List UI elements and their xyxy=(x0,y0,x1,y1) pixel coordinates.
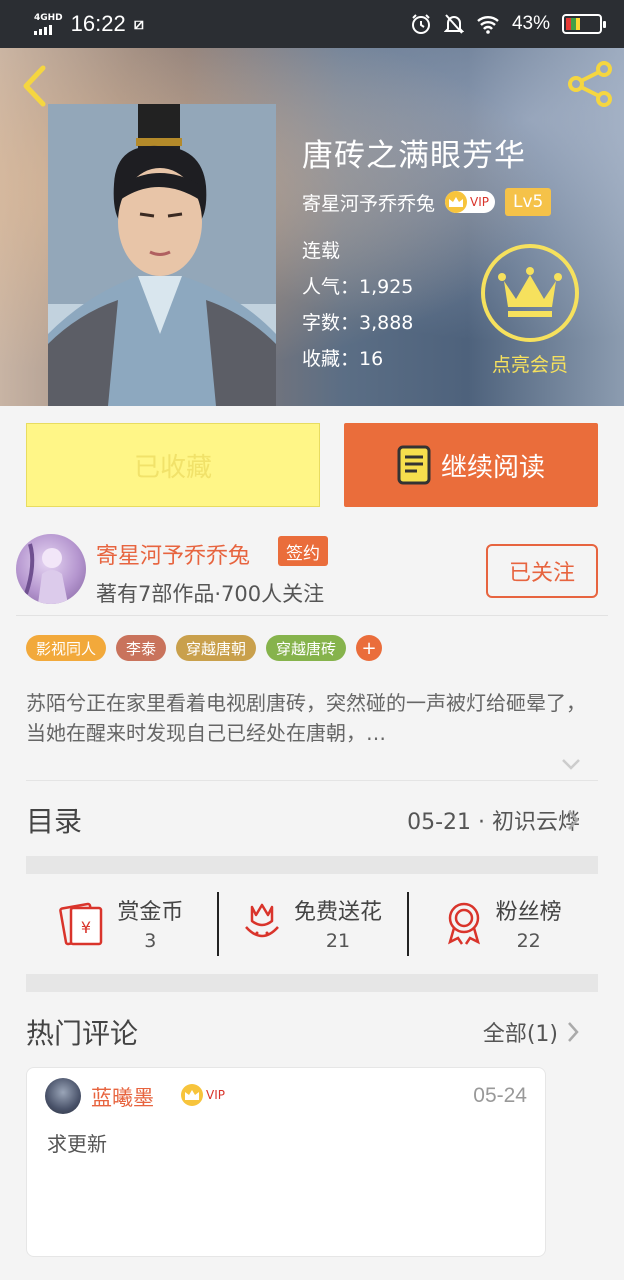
favorited-button[interactable]: 已收藏 xyxy=(26,423,320,507)
word-count-stat: 字数：3,888 xyxy=(302,312,414,334)
fan-ranking-count: 22 xyxy=(516,930,541,952)
notification-icon: ⧄ xyxy=(133,14,144,33)
all-comments-link[interactable]: 全部(1) xyxy=(483,1016,558,1048)
favorites-stat: 收藏：16 xyxy=(302,348,384,370)
hot-comments-title: 热门评论 xyxy=(26,1017,139,1050)
flower-count: 21 xyxy=(325,930,351,952)
book-icon xyxy=(397,445,431,485)
section-separator xyxy=(26,856,598,874)
latest-chapter[interactable]: 05-21 · 初识云烨 xyxy=(407,804,580,836)
flower-label: 免费送花 xyxy=(294,900,383,925)
section-separator xyxy=(26,974,598,992)
book-author[interactable]: 寄星河予乔乔兔 xyxy=(302,189,435,216)
serial-status: 连载 xyxy=(302,240,341,262)
vip-badge: VIP xyxy=(181,1084,231,1106)
network-type: 4GHD xyxy=(34,12,63,23)
flower-icon xyxy=(245,903,279,938)
support-actions: ¥ 赏金币 3 免费送花 21 粉丝榜 22 xyxy=(26,886,598,960)
author-row: 寄星河予乔乔兔 VIP Lv5 xyxy=(302,188,552,216)
level-badge: Lv5 xyxy=(505,188,552,216)
tag-list: 影视同人 李泰 穿越唐朝 穿越唐砖 + xyxy=(26,635,383,661)
author-meta: 著有7部作品·700人关注 xyxy=(96,582,325,606)
vip-label: VIP xyxy=(470,195,489,209)
mute-bell-icon xyxy=(443,14,464,34)
commenter-name[interactable]: 蓝曦墨 xyxy=(91,1082,154,1112)
catalog-label[interactable]: 目录 xyxy=(26,800,82,840)
book-title: 唐砖之满眼芳华 xyxy=(302,138,526,174)
tag-item[interactable]: 李泰 xyxy=(116,635,167,661)
red-envelope-icon: ¥ xyxy=(59,902,103,946)
tag-item[interactable]: 穿越唐朝 xyxy=(176,635,257,661)
chevron-left-icon xyxy=(23,65,46,107)
continue-reading-label: 继续阅读 xyxy=(440,452,545,483)
commenter-avatar[interactable] xyxy=(45,1078,81,1114)
vip-badge: VIP xyxy=(445,191,495,213)
crown-icon xyxy=(181,1084,203,1106)
send-flower-button[interactable]: 免费送花 21 xyxy=(216,886,408,960)
reward-coins-button[interactable]: ¥ 赏金币 3 xyxy=(26,886,217,960)
comment-card[interactable]: 蓝曦墨 VIP 05-24 求更新 xyxy=(26,1067,546,1257)
book-synopsis[interactable]: 苏陌兮正在家里看着电视剧唐砖，突然碰的一声被灯给砸晕了，当她在醒来时发现自己已经… xyxy=(26,688,600,748)
divider xyxy=(26,780,598,781)
comment-date: 05-24 xyxy=(473,1084,527,1107)
follow-button[interactable]: 已关注 xyxy=(486,544,598,598)
crown-icon xyxy=(445,191,468,213)
popularity-stat: 人气：1,925 xyxy=(302,276,414,298)
chevron-right-icon[interactable] xyxy=(566,1020,580,1044)
svg-text:¥: ¥ xyxy=(81,918,91,937)
back-button[interactable] xyxy=(14,62,54,110)
continue-reading-button[interactable]: 继续阅读 xyxy=(344,423,598,507)
reward-count: 3 xyxy=(144,930,157,952)
book-cover[interactable] xyxy=(48,104,276,406)
share-button[interactable] xyxy=(564,58,616,110)
fan-ranking-button[interactable]: 粉丝榜 22 xyxy=(407,886,598,960)
share-icon xyxy=(568,61,612,107)
crown-icon xyxy=(481,244,579,342)
author-name[interactable]: 寄星河予乔乔兔 xyxy=(96,538,250,570)
fan-ranking-label: 粉丝榜 xyxy=(495,900,562,925)
chevron-right-icon[interactable] xyxy=(566,808,580,832)
signed-badge: 签约 xyxy=(278,536,328,566)
book-header: 唐砖之满眼芳华 寄星河予乔乔兔 VIP Lv5 连载 人气：1,925 字数：3… xyxy=(0,48,624,406)
battery-percent: 43% xyxy=(511,13,550,34)
member-button[interactable]: 点亮会员 xyxy=(480,244,580,377)
battery-icon xyxy=(562,14,606,34)
medal-icon xyxy=(447,902,480,945)
vip-label: VIP xyxy=(206,1088,225,1102)
author-avatar[interactable] xyxy=(16,534,86,604)
chevron-down-icon[interactable] xyxy=(560,756,582,772)
cover-illustration xyxy=(48,104,276,406)
tag-item[interactable]: 穿越唐砖 xyxy=(266,635,347,661)
member-label: 点亮会员 xyxy=(491,354,568,376)
alarm-icon xyxy=(411,14,430,34)
wifi-icon xyxy=(477,16,499,34)
tag-item[interactable]: 影视同人 xyxy=(26,635,107,661)
reward-label: 赏金币 xyxy=(117,900,184,925)
signal-icon: 4GHD xyxy=(34,12,63,35)
comment-text: 求更新 xyxy=(47,1132,107,1156)
status-bar: 4GHD 16:22 ⧄ 43% xyxy=(0,0,624,48)
clock: 16:22 xyxy=(70,11,126,36)
add-tag-button[interactable]: + xyxy=(356,635,383,661)
